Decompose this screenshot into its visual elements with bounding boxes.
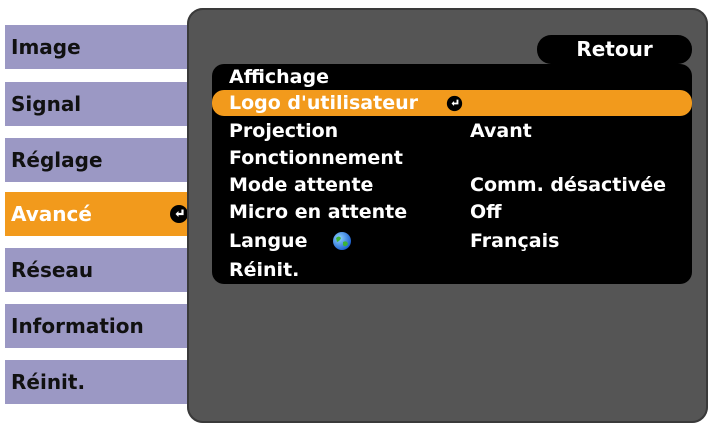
tab-label: Image	[11, 35, 81, 59]
menu-item-label: Réinit.	[229, 259, 300, 281]
menu-item-label: Logo d'utilisateur	[229, 92, 418, 114]
menu-item-langue[interactable]: Langue Français	[212, 228, 692, 254]
tab-label: Signal	[11, 92, 82, 116]
tab-information[interactable]: Information	[5, 304, 198, 348]
menu-item-label: Mode attente	[229, 174, 374, 196]
menu-item-reinit[interactable]: Réinit.	[212, 257, 692, 283]
tab-label: Information	[11, 314, 144, 338]
tab-label: Réglage	[11, 148, 103, 172]
tab-reglage[interactable]: Réglage	[5, 138, 198, 182]
tab-avance[interactable]: Avancé	[5, 192, 198, 236]
menu-item-label: Langue	[229, 230, 308, 252]
menu-item-micro-attente[interactable]: Micro en attente Off	[212, 199, 692, 225]
menu-item-value: Off	[470, 201, 502, 223]
back-button[interactable]: Retour	[537, 35, 692, 64]
menu-item-affichage[interactable]: Affichage	[212, 64, 692, 90]
tab-reinit[interactable]: Réinit.	[5, 360, 198, 404]
menu-item-label: Micro en attente	[229, 201, 408, 223]
menu-item-projection[interactable]: Projection Avant	[212, 118, 692, 144]
enter-icon	[169, 204, 189, 224]
menu-item-value: Avant	[470, 120, 532, 142]
menu-item-value: Français	[470, 230, 560, 252]
menu-item-mode-attente[interactable]: Mode attente Comm. désactivée	[212, 172, 692, 198]
menu-item-label: Affichage	[229, 66, 329, 88]
tab-image[interactable]: Image	[5, 25, 198, 69]
menu-item-fonctionnement[interactable]: Fonctionnement	[212, 145, 692, 171]
tab-reseau[interactable]: Réseau	[5, 248, 198, 292]
menu-item-label: Fonctionnement	[229, 147, 403, 169]
tab-label: Réseau	[11, 258, 94, 282]
tab-column: Image Signal Réglage Avancé Réseau Infor…	[0, 0, 200, 429]
menu-item-label: Projection	[229, 120, 339, 142]
enter-icon	[446, 95, 463, 112]
tab-label: Avancé	[11, 202, 92, 226]
globe-icon	[332, 231, 352, 251]
tab-signal[interactable]: Signal	[5, 82, 198, 126]
menu-item-logo-utilisateur[interactable]: Logo d'utilisateur	[212, 90, 692, 116]
tab-label: Réinit.	[11, 370, 86, 394]
menu-item-value: Comm. désactivée	[470, 174, 667, 196]
